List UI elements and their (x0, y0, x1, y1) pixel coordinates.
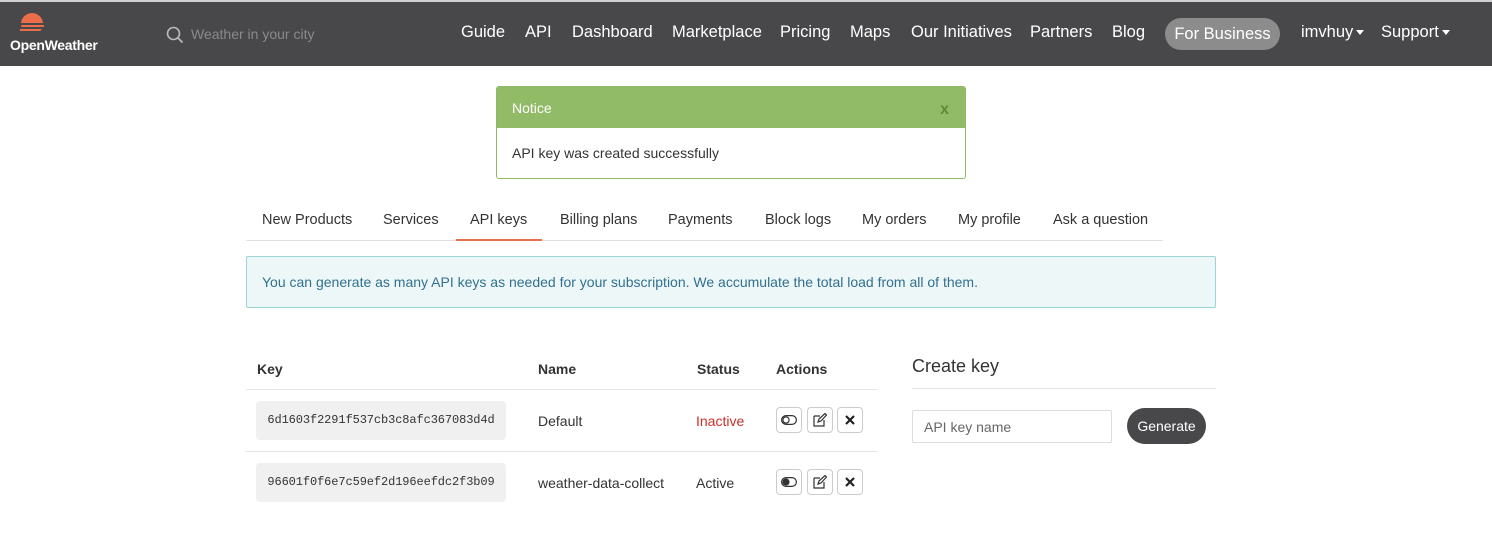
delete-key-button[interactable] (837, 469, 863, 495)
api-key-value[interactable]: 96601f0f6e7c59ef2d196eefdc2f3b09 (256, 463, 506, 502)
search-icon[interactable] (166, 26, 184, 44)
close-icon (845, 415, 855, 425)
toggle-on-icon (781, 477, 797, 487)
chevron-down-icon (1356, 30, 1365, 35)
user-menu[interactable]: imvhuy (1301, 23, 1365, 42)
edit-icon (813, 413, 827, 427)
search-input[interactable] (191, 22, 366, 46)
nav-marketplace[interactable]: Marketplace (672, 23, 762, 42)
tab-new-products[interactable]: New Products (262, 212, 352, 228)
nav-maps[interactable]: Maps (850, 23, 890, 42)
api-key-name-input[interactable] (912, 410, 1112, 443)
top-navbar: OpenWeather Guide API Dashboard Marketpl… (0, 0, 1492, 66)
tab-api-keys[interactable]: API keys (470, 212, 527, 228)
tab-my-orders[interactable]: My orders (862, 212, 926, 228)
generate-button[interactable]: Generate (1127, 408, 1206, 444)
account-tabs: New Products Services API keys Billing p… (246, 200, 1163, 241)
notice-message: API key was created successfully (512, 145, 719, 161)
edit-key-button[interactable] (807, 469, 833, 495)
edit-icon (813, 475, 827, 489)
notice-header: Notice x (497, 87, 965, 128)
status-badge: Inactive (696, 413, 745, 429)
nav-guide[interactable]: Guide (461, 23, 505, 42)
table-divider (246, 389, 877, 390)
tab-my-profile[interactable]: My profile (958, 212, 1021, 228)
user-menu-label: imvhuy (1301, 23, 1354, 41)
nav-our-initiatives[interactable]: Our Initiatives (911, 23, 1012, 42)
close-icon (845, 477, 855, 487)
close-icon[interactable]: x (940, 101, 949, 119)
nav-dashboard[interactable]: Dashboard (572, 23, 653, 42)
divider (912, 388, 1216, 389)
table-divider (246, 451, 877, 452)
chevron-down-icon (1441, 30, 1450, 35)
search-box (166, 22, 366, 48)
notice-title: Notice (512, 100, 552, 116)
toggle-key-button[interactable] (776, 469, 802, 495)
toggle-key-button[interactable] (776, 407, 802, 433)
tab-billing-plans[interactable]: Billing plans (560, 212, 637, 228)
nav-blog[interactable]: Blog (1112, 23, 1145, 42)
create-key-title: Create key (912, 356, 1000, 376)
delete-key-button[interactable] (837, 407, 863, 433)
column-header-actions: Actions (776, 361, 828, 377)
nav-partners[interactable]: Partners (1030, 23, 1092, 42)
status-badge: Active (696, 475, 735, 491)
info-alert: You can generate as many API keys as nee… (246, 256, 1216, 308)
toggle-off-icon (781, 415, 797, 425)
tab-payments[interactable]: Payments (668, 212, 732, 228)
notice-alert: Notice x API key was created successfull… (496, 86, 966, 179)
api-key-name: weather-data-collect (538, 475, 665, 491)
tab-services[interactable]: Services (383, 212, 439, 228)
sun-logo-icon (16, 13, 48, 34)
active-tab-indicator (456, 239, 542, 241)
api-key-name: Default (538, 413, 583, 429)
nav-pricing[interactable]: Pricing (780, 23, 830, 42)
tab-block-logs[interactable]: Block logs (765, 212, 831, 228)
api-key-value[interactable]: 6d1603f2291f537cb3c8afc367083d4d (256, 401, 506, 440)
support-menu[interactable]: Support (1381, 23, 1450, 42)
column-header-status: Status (697, 361, 740, 377)
openweather-logo[interactable]: OpenWeather (10, 12, 110, 58)
support-menu-label: Support (1381, 23, 1439, 41)
nav-api[interactable]: API (525, 23, 552, 42)
column-header-key: Key (257, 361, 283, 377)
edit-key-button[interactable] (807, 407, 833, 433)
column-header-name: Name (538, 361, 577, 377)
logo-text: OpenWeather (10, 37, 98, 53)
for-business-button[interactable]: For Business (1165, 18, 1280, 50)
tab-ask-a-question[interactable]: Ask a question (1053, 212, 1148, 228)
